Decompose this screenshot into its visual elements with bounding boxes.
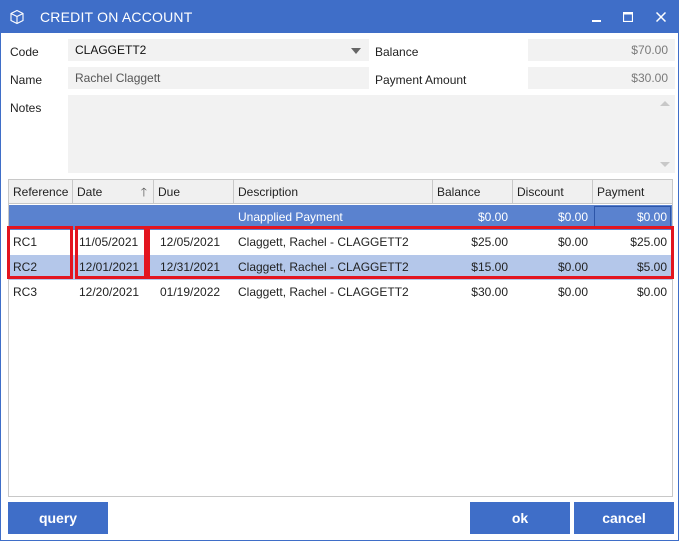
cell-date: 12/20/2021 (79, 285, 140, 299)
cell-discount: $0.00 (557, 285, 588, 299)
minimize-icon (592, 20, 601, 22)
maximize-icon (622, 11, 634, 23)
close-button[interactable] (647, 5, 675, 29)
invoice-grid: Reference Date 🡑 Due Description Balance… (7, 179, 674, 497)
column-header-description[interactable]: Description (234, 180, 433, 204)
column-header-discount[interactable]: Discount (513, 180, 593, 204)
cell-due: 01/19/2022 (160, 285, 221, 299)
name-field[interactable]: Rachel Claggett (68, 67, 369, 89)
balance-label: Balance (375, 45, 419, 59)
highlight-date-box (75, 226, 147, 279)
minimize-button[interactable] (583, 5, 611, 29)
column-header-due[interactable]: Due (154, 180, 234, 204)
cell-balance: $30.00 (471, 285, 508, 299)
code-dropdown[interactable]: CLAGGETT2 (68, 39, 369, 61)
query-button[interactable]: query (8, 502, 108, 534)
grid-header: Reference Date 🡑 Due Description Balance… (9, 180, 672, 204)
cancel-button[interactable]: cancel (574, 502, 674, 534)
balance-field: $70.00 (528, 39, 675, 61)
column-header-reference[interactable]: Reference (9, 180, 73, 204)
payment-amount-field[interactable]: $30.00 (528, 67, 675, 89)
column-header-balance[interactable]: Balance (433, 180, 513, 204)
table-row[interactable]: RC3 12/20/2021 01/19/2022 Claggett, Rach… (9, 280, 672, 305)
close-icon (655, 11, 667, 23)
ok-button[interactable]: ok (470, 502, 570, 534)
highlight-reference-box (7, 226, 73, 279)
code-value: CLAGGETT2 (75, 43, 147, 57)
maximize-button[interactable] (614, 5, 642, 29)
column-header-date[interactable]: Date 🡑 (73, 180, 154, 204)
cell-reference: RC3 (13, 285, 38, 299)
credit-on-account-window: CREDIT ON ACCOUNT Code CLAGGETT2 Name Ra… (0, 0, 679, 541)
balance-value: $70.00 (631, 43, 668, 57)
name-label: Name (10, 73, 43, 87)
window-title: CREDIT ON ACCOUNT (40, 9, 193, 25)
cell-description: Claggett, Rachel - CLAGGETT2 (238, 285, 409, 299)
notes-label: Notes (10, 101, 42, 115)
payment-amount-label: Payment Amount (375, 73, 467, 87)
cube-icon (10, 9, 24, 25)
notes-textarea[interactable] (68, 95, 675, 173)
highlight-row-box (147, 226, 674, 279)
title-bar[interactable]: CREDIT ON ACCOUNT (1, 1, 678, 33)
column-header-payment[interactable]: Payment (593, 180, 672, 204)
code-label: Code (10, 45, 39, 59)
payment-amount-value: $30.00 (631, 71, 668, 85)
name-value: Rachel Claggett (75, 71, 161, 85)
scroll-up-icon[interactable] (660, 101, 670, 106)
sort-ascending-icon: 🡑 (140, 185, 147, 199)
scroll-down-icon[interactable] (660, 162, 670, 167)
column-header-date-label: Date (77, 185, 103, 199)
cell-payment[interactable]: $0.00 (593, 280, 672, 305)
chevron-down-icon[interactable] (351, 48, 361, 54)
